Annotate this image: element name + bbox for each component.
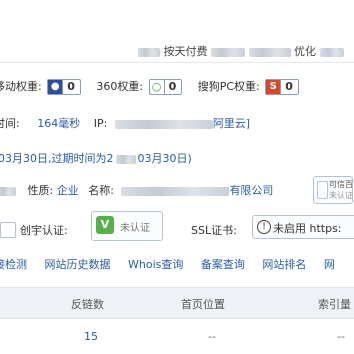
redacted-ip xyxy=(114,119,213,129)
trust-badge-line2: 未认证 xyxy=(329,191,353,200)
expiry-row: 03月30日,过期时间为2 03月30日) xyxy=(0,150,192,166)
mobile-weight-label: 移动权重: xyxy=(0,80,42,93)
mobile-weight-value: 0 xyxy=(62,80,80,94)
icp-row: 性质: 企业 名称: 有限公司 xyxy=(0,182,273,198)
homepage-position-value: -- xyxy=(208,330,216,343)
mobile-weight-badge[interactable]: ● 0 xyxy=(47,79,81,95)
cert-row: 创宇认证: V 未认证 SSL证书: ! 未启用 https: xyxy=(0,211,354,243)
top-bar-text[interactable]: 按天付费 优化 xyxy=(138,43,344,59)
ssl-status: 未启用 https: xyxy=(273,222,342,235)
top-bar-text-right: 优化 xyxy=(294,45,316,58)
redacted-text xyxy=(248,47,291,57)
redacted-text xyxy=(211,47,245,57)
col-homepage-position: 首页位置 xyxy=(181,298,225,311)
tool-rank[interactable]: 网站排名 xyxy=(262,258,306,271)
response-time-value: 164毫秒 xyxy=(37,117,81,130)
expiry-suffix: 03月30日) xyxy=(137,152,192,165)
company-name[interactable]: 有限公司 xyxy=(117,184,273,197)
ssl-info-icon: ! xyxy=(257,220,271,234)
expiry-prefix: 03月30日,过期时间为2 xyxy=(0,152,114,165)
index-count-value: -- xyxy=(337,330,345,343)
sogou-weight-badge[interactable]: S0 xyxy=(265,79,299,95)
trust-badge-line1: 可信百 xyxy=(329,180,353,189)
divider xyxy=(0,62,354,63)
tool-history[interactable]: 网站历史数据 xyxy=(45,258,111,271)
sogou-weight-value: 0 xyxy=(280,80,298,94)
nature-value: 企业 xyxy=(56,184,79,197)
ip-value[interactable]: 阿里云] xyxy=(111,117,250,130)
response-row: 时间: 164毫秒 IP: 阿里云] xyxy=(0,115,250,131)
360-icon: ○ xyxy=(151,80,162,93)
tool-link-check[interactable]: 接检测 xyxy=(0,258,27,271)
q360-weight-label: 360权重: xyxy=(96,80,144,93)
nature-label: 性质: xyxy=(27,184,54,197)
redacted-text xyxy=(121,186,230,196)
weights-row: 移动权重: ●0 360权重: ○0 搜狗PC权重: S0 xyxy=(0,78,299,95)
sogou-icon: S xyxy=(266,80,281,94)
q360-weight-badge[interactable]: ○ 0 xyxy=(148,79,183,95)
company-suffix: 有限公司 xyxy=(229,184,274,197)
ip-location: 阿里云] xyxy=(212,117,251,130)
response-label: 时间: xyxy=(0,117,20,130)
trust-icon xyxy=(317,181,328,199)
verify-icon: V xyxy=(96,216,114,234)
tools-row: 接检测 网站历史数据 Whois查询 备案查询 网站排名 网 xyxy=(0,256,335,272)
table-row: 15 -- -- xyxy=(0,318,354,354)
trust-badge[interactable]: 可信百 未认证 xyxy=(313,176,353,204)
top-ad-bar xyxy=(0,0,354,30)
paw-icon: ● xyxy=(48,80,63,94)
chuangxin-badge[interactable]: V 未认证 xyxy=(91,211,163,241)
redacted-text xyxy=(319,47,344,57)
col-backlinks: 反链数 xyxy=(71,298,104,311)
tool-icp[interactable]: 备案查询 xyxy=(201,258,245,271)
q360-weight-value: 0 xyxy=(163,80,182,94)
chuangxin-label: 创宇认证: xyxy=(20,224,68,237)
ssl-label: SSL证书: xyxy=(191,224,237,237)
cert-icon xyxy=(0,222,16,238)
sogou-weight-label: 搜狗PC权重: xyxy=(197,80,260,93)
col-index-count: 索引量 xyxy=(318,298,351,311)
redacted-text xyxy=(115,154,136,164)
ip-label: IP: xyxy=(93,117,108,130)
backlinks-value[interactable]: 15 xyxy=(84,330,98,343)
chuangxin-badge-text: 未认证 xyxy=(120,223,150,234)
redacted-text xyxy=(138,47,160,57)
tool-more[interactable]: 网 xyxy=(324,258,335,271)
table-header: 反链数 首页位置 索引量 xyxy=(0,287,354,319)
tool-whois[interactable]: Whois查询 xyxy=(128,258,183,271)
redacted-text xyxy=(0,186,16,196)
name-label: 名称: xyxy=(88,184,114,197)
top-bar-text-left: 按天付费 xyxy=(163,45,208,58)
ssl-badge[interactable]: ! 未启用 https: xyxy=(252,215,354,239)
